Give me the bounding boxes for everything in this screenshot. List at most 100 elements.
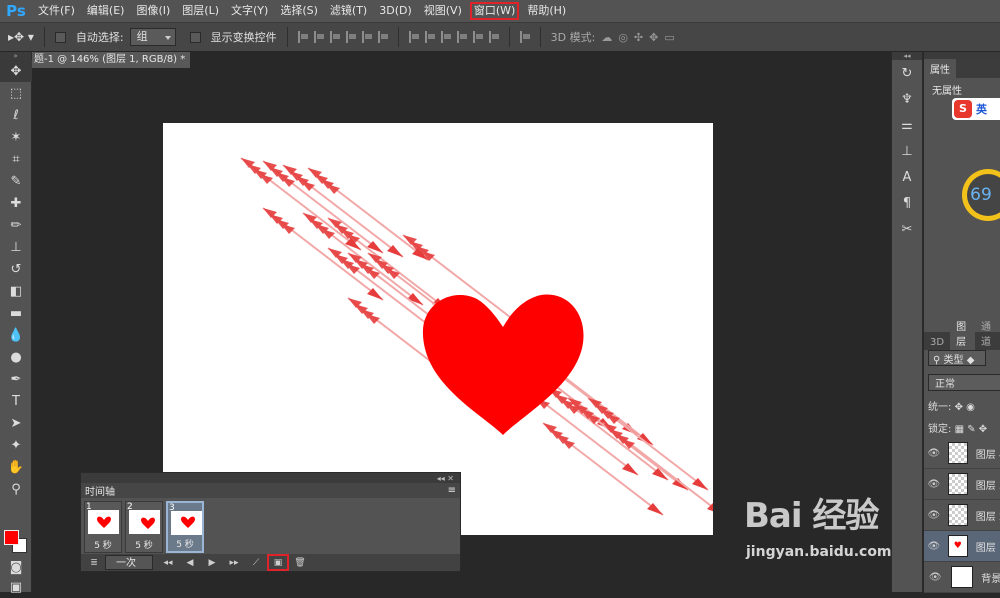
previous-frame-icon[interactable]: ◀: [179, 554, 201, 571]
auto-align-icon[interactable]: [519, 31, 530, 43]
blur-tool-icon[interactable]: 💧: [0, 324, 32, 346]
3d-slide-icon[interactable]: ✥: [649, 31, 658, 44]
paragraph-panel-icon[interactable]: ¶: [892, 190, 922, 216]
path-select-icon[interactable]: ➤: [0, 412, 32, 434]
distribute-top-icon[interactable]: [408, 31, 419, 43]
align-left-icon[interactable]: [345, 31, 356, 43]
marquee-tool-icon[interactable]: ⬚: [0, 82, 32, 104]
3d-rotate-icon[interactable]: ☁: [601, 31, 612, 44]
distribute-hcenter-icon[interactable]: [472, 31, 483, 43]
tween-icon[interactable]: ⟋: [245, 554, 267, 571]
delete-frame-icon[interactable]: 🗑: [289, 554, 311, 571]
distribute-left-icon[interactable]: [456, 31, 467, 43]
frame-delay[interactable]: 5 秒: [85, 538, 121, 551]
brush-panel-icon[interactable]: ⚌: [892, 112, 922, 138]
3d-scale-icon[interactable]: ▭: [664, 31, 674, 44]
menu-image[interactable]: 图像(I): [130, 0, 176, 22]
move-tool-icon[interactable]: ✥: [0, 60, 32, 82]
align-hcenter-icon[interactable]: [361, 31, 372, 43]
frame-1[interactable]: 1 5 秒: [84, 501, 122, 553]
menu-select[interactable]: 选择(S): [274, 0, 324, 22]
quick-mask-icon[interactable]: ◙: [0, 556, 32, 578]
dodge-tool-icon[interactable]: ●: [0, 346, 32, 368]
eyedropper-icon[interactable]: ✎: [0, 170, 32, 192]
blend-mode-dropdown[interactable]: 正常: [928, 374, 1000, 391]
frame-delay[interactable]: 5 秒: [126, 538, 162, 551]
visibility-eye-icon[interactable]: 👁: [924, 448, 944, 459]
panel-menu-icon[interactable]: ≡: [448, 485, 456, 496]
timeline-panel: ◂◂ ✕ 时间轴 ≡ 1 5 秒 2 5 秒 3 5 秒 ≣ 一次 ◂◂ ◀ ▶…: [80, 472, 461, 572]
type-tool-icon[interactable]: T: [0, 390, 32, 412]
3d-pan-icon[interactable]: ✣: [634, 31, 643, 44]
align-right-icon[interactable]: [377, 31, 388, 43]
tab-3d[interactable]: 3D: [924, 335, 950, 350]
clone-source-icon[interactable]: ⊥: [892, 138, 922, 164]
align-bottom-icon[interactable]: [329, 31, 340, 43]
screen-mode-icon[interactable]: ▣: [0, 576, 32, 598]
foreground-color-swatch[interactable]: [4, 530, 19, 545]
tab-channels[interactable]: 通道: [975, 316, 1000, 350]
history-panel-icon[interactable]: ↻: [892, 60, 922, 86]
menu-view[interactable]: 视图(V): [418, 0, 468, 22]
tool-presets-icon[interactable]: ✂: [892, 216, 922, 242]
zoom-tool-icon[interactable]: ⚲: [0, 478, 32, 500]
eraser-tool-icon[interactable]: ◧: [0, 280, 32, 302]
healing-brush-icon[interactable]: ✚: [0, 192, 32, 214]
lock-transparent-icon[interactable]: ▦: [955, 424, 964, 435]
brush-preset-icon[interactable]: ♆: [892, 86, 922, 112]
menu-layer[interactable]: 图层(L): [176, 0, 225, 22]
tab-properties[interactable]: 属性: [924, 59, 956, 78]
unify-position-icon[interactable]: ✥: [955, 402, 963, 413]
hand-tool-icon[interactable]: ✋: [0, 456, 32, 478]
distribute-right-icon[interactable]: [488, 31, 499, 43]
history-brush-icon[interactable]: ↺: [0, 258, 32, 280]
lock-position-icon[interactable]: ✥: [979, 424, 987, 435]
shape-tool-icon[interactable]: ✦: [0, 434, 32, 456]
lock-pixels-icon[interactable]: ✎: [967, 424, 975, 435]
play-icon[interactable]: ▶: [201, 554, 223, 571]
lasso-tool-icon[interactable]: ℓ: [0, 104, 32, 126]
move-tool-icon[interactable]: ▸✥ ▾: [8, 30, 34, 44]
convert-to-video-timeline-icon[interactable]: ≣: [83, 554, 105, 571]
3d-roll-icon[interactable]: ◎: [618, 31, 628, 44]
menu-window[interactable]: 窗口(W): [468, 0, 521, 22]
distribute-bottom-icon[interactable]: [440, 31, 451, 43]
magic-wand-icon[interactable]: ✶: [0, 126, 32, 148]
panel-collapse-icon[interactable]: ◂◂ ✕: [81, 473, 460, 483]
layers-tabbar: 3D 图层 通道: [924, 316, 1000, 350]
pen-tool-icon[interactable]: ✒: [0, 368, 32, 390]
brush-tool-icon[interactable]: ✏: [0, 214, 32, 236]
gradient-tool-icon[interactable]: ▬: [0, 302, 32, 324]
frame-3[interactable]: 3 5 秒: [166, 501, 204, 553]
align-vcenter-icon[interactable]: [313, 31, 324, 43]
unify-visibility-icon[interactable]: ◉: [966, 402, 975, 413]
duplicate-frame-icon[interactable]: ▣: [267, 554, 289, 571]
stamp-tool-icon[interactable]: ⊥: [0, 236, 32, 258]
menu-type[interactable]: 文字(Y): [225, 0, 274, 22]
menu-file[interactable]: 文件(F): [32, 0, 81, 22]
layer-row[interactable]: 👁 图层 4: [924, 438, 1000, 469]
menu-help[interactable]: 帮助(H): [521, 0, 572, 22]
first-frame-icon[interactable]: ◂◂: [157, 554, 179, 571]
menu-edit[interactable]: 编辑(E): [81, 0, 131, 22]
next-frame-icon[interactable]: ▸▸: [223, 554, 245, 571]
strip-collapse-icon[interactable]: ◂◂: [892, 52, 922, 60]
distribute-vcenter-icon[interactable]: [424, 31, 435, 43]
menu-3d[interactable]: 3D(D): [373, 0, 418, 22]
tab-layers[interactable]: 图层: [950, 316, 976, 350]
show-transform-checkbox[interactable]: [189, 31, 201, 43]
auto-select-dropdown[interactable]: 组: [129, 28, 176, 46]
menu-filter[interactable]: 滤镜(T): [324, 0, 373, 22]
frame-delay[interactable]: 5 秒: [168, 537, 202, 550]
auto-select-checkbox[interactable]: [54, 31, 66, 43]
crop-tool-icon[interactable]: ⌗: [0, 148, 32, 170]
performance-gauge[interactable]: 69: [962, 169, 1000, 221]
ime-toolbar[interactable]: S 英: [952, 98, 1000, 120]
loop-options-dropdown[interactable]: 一次: [105, 555, 153, 570]
character-panel-icon[interactable]: A: [892, 164, 922, 190]
frame-2[interactable]: 2 5 秒: [125, 501, 163, 553]
layer-filter-dropdown[interactable]: ⚲ 类型 ◆: [928, 350, 986, 366]
toolbox-collapse-icon[interactable]: »: [0, 52, 31, 60]
align-top-icon[interactable]: [297, 31, 308, 43]
document-tab[interactable]: 题-1 @ 146% (图层 1, RGB/8) * ×: [32, 52, 190, 68]
